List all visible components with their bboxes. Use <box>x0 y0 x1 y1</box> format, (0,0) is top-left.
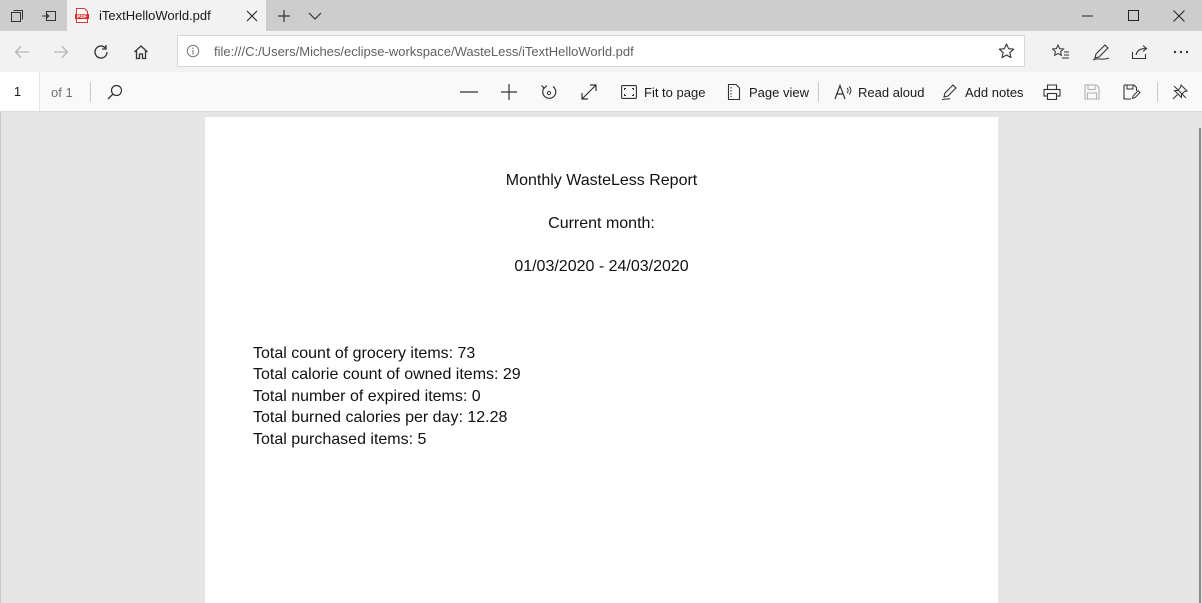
tab-title: iTextHelloWorld.pdf <box>99 8 211 23</box>
tab-itexthelloworld[interactable]: PDF iTextHelloWorld.pdf <box>67 0 266 31</box>
add-notes-button[interactable]: Add notes <box>940 77 1024 107</box>
stat-expired-items: Total number of expired items: 0 <box>253 387 481 405</box>
pdf-page: Monthly WasteLess Report Current month: … <box>205 117 998 603</box>
fullscreen-button[interactable] <box>579 77 599 107</box>
report-subtitle: Current month: <box>548 215 655 232</box>
add-notes-label: Add notes <box>965 84 1024 100</box>
rotate-icon <box>539 82 559 102</box>
pin-toolbar-button[interactable] <box>1170 77 1190 107</box>
zoom-out-icon <box>459 82 479 102</box>
star-icon[interactable] <box>996 41 1016 61</box>
toolbar-divider <box>1157 82 1158 102</box>
toolbar-divider <box>90 82 91 102</box>
pdf-toolbar: 1 of 1 Fit to page Page view Read aloud … <box>0 72 1202 112</box>
save-icon <box>1082 82 1102 102</box>
read-aloud-button[interactable]: Read aloud <box>833 77 925 107</box>
title-bar: PDF iTextHelloWorld.pdf <box>0 0 1202 31</box>
url-text[interactable]: file:///C:/Users/Miches/eclipse-workspac… <box>214 44 634 59</box>
back-arrow-icon[interactable] <box>6 36 38 67</box>
page-view-icon <box>724 82 744 102</box>
home-icon[interactable] <box>125 36 157 67</box>
close-tab-icon[interactable] <box>242 6 262 26</box>
pdf-file-icon: PDF <box>75 8 89 23</box>
pdf-viewer[interactable]: Monthly WasteLess Report Current month: … <box>0 112 1202 603</box>
search-button[interactable] <box>105 77 125 107</box>
fit-to-page-label: Fit to page <box>644 84 706 100</box>
page-number-input[interactable]: 1 <box>0 72 40 111</box>
print-button[interactable] <box>1042 77 1062 107</box>
report-date-range: 01/03/2020 - 24/03/2020 <box>514 258 689 275</box>
fit-to-page-icon <box>619 82 639 102</box>
plus-icon[interactable] <box>268 0 300 31</box>
viewer-edge <box>0 112 1 603</box>
page-view-label: Page view <box>749 84 809 100</box>
favorites-list-icon[interactable] <box>1045 36 1077 67</box>
stat-calorie-count: Total calorie count of owned items: 29 <box>253 366 521 384</box>
zoom-in-button[interactable] <box>499 77 519 107</box>
vertical-scrollbar[interactable] <box>1197 112 1202 603</box>
pin-icon <box>1170 82 1190 102</box>
info-icon[interactable] <box>186 44 200 58</box>
fit-to-page-button[interactable]: Fit to page <box>619 77 705 107</box>
close-icon[interactable] <box>1156 0 1202 31</box>
print-icon <box>1042 82 1062 102</box>
minimize-icon[interactable] <box>1064 0 1110 31</box>
chevron-down-icon[interactable] <box>299 0 331 31</box>
zoom-out-button[interactable] <box>459 77 479 107</box>
zoom-in-icon <box>499 82 519 102</box>
report-stats: Total count of grocery items: 73 Total c… <box>253 343 521 450</box>
more-icon[interactable] <box>1165 36 1197 67</box>
save-as-button[interactable] <box>1122 77 1142 107</box>
stat-burned-calories: Total burned calories per day: 12.28 <box>253 409 508 427</box>
read-aloud-label: Read aloud <box>858 84 925 100</box>
toolbar-divider <box>818 82 819 102</box>
read-aloud-icon <box>833 82 853 102</box>
stat-grocery-count: Total count of grocery items: 73 <box>253 345 476 362</box>
forward-arrow-icon[interactable] <box>45 36 77 67</box>
stat-purchased-items: Total purchased items: 5 <box>253 430 427 448</box>
set-aside-tabs-icon[interactable] <box>33 0 65 31</box>
search-icon <box>105 82 125 102</box>
add-notes-icon <box>940 82 960 102</box>
report-title: Monthly WasteLess Report <box>505 172 698 189</box>
fullscreen-icon <box>579 82 599 102</box>
tab-actions-icon[interactable] <box>1 0 33 31</box>
save-as-icon <box>1122 82 1142 102</box>
share-icon[interactable] <box>1124 36 1156 67</box>
rotate-button[interactable] <box>539 77 559 107</box>
page-view-button[interactable]: Page view <box>724 77 809 107</box>
address-bar[interactable]: file:///C:/Users/Miches/eclipse-workspac… <box>177 35 1025 67</box>
page-total: of 1 <box>51 85 73 100</box>
svg-text:PDF: PDF <box>77 14 87 20</box>
scrollbar-thumb[interactable] <box>1199 128 1201 603</box>
pen-icon[interactable] <box>1085 36 1117 67</box>
navigation-bar: file:///C:/Users/Miches/eclipse-workspac… <box>0 31 1202 72</box>
maximize-icon[interactable] <box>1110 0 1156 31</box>
save-button[interactable] <box>1082 77 1102 107</box>
refresh-icon[interactable] <box>85 36 117 67</box>
